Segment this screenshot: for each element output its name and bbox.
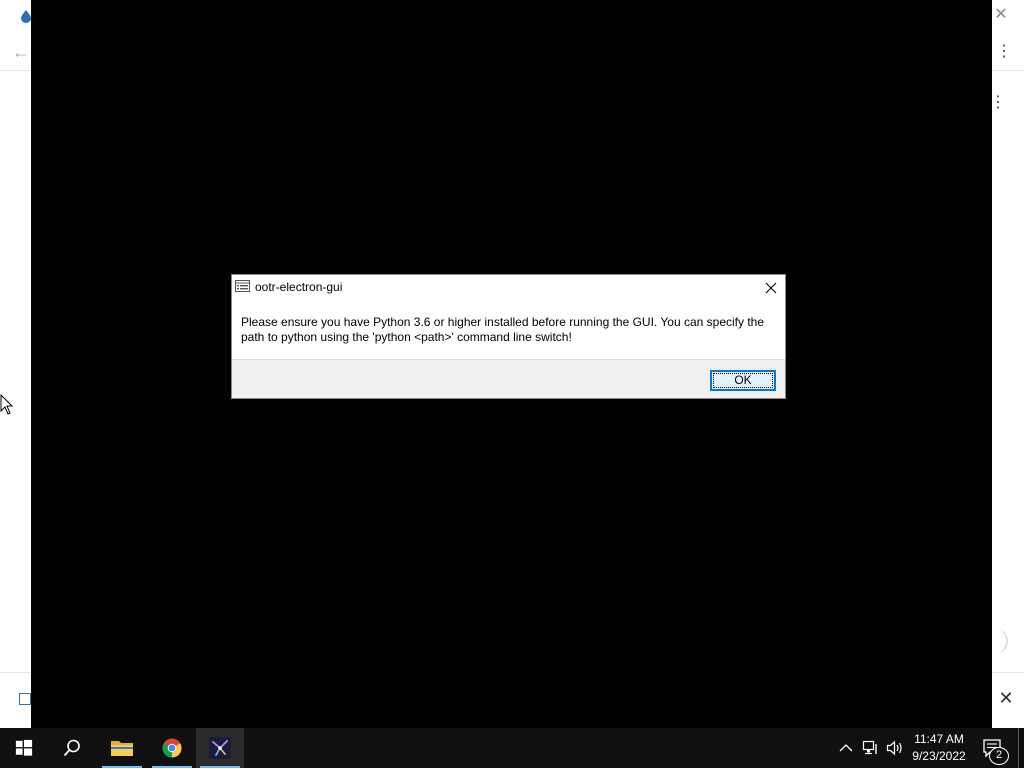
dialog-close-icon[interactable]	[762, 279, 780, 297]
file-explorer-button[interactable]	[98, 728, 146, 768]
dialog-titlebar: ootr-electron-gui	[232, 275, 785, 299]
windows-logo-icon	[15, 739, 33, 756]
dialog-message: Please ensure you have Python 3.6 or hig…	[241, 315, 765, 344]
message-dialog: ootr-electron-gui Please ensure you have…	[231, 274, 786, 399]
taskbar-clock[interactable]: 11:47 AM 9/23/2022	[906, 729, 972, 769]
window-app-icon	[235, 280, 250, 292]
search-button[interactable]	[48, 728, 96, 768]
ootr-app-icon	[209, 737, 231, 759]
network-icon[interactable]	[862, 740, 880, 756]
back-arrow-icon[interactable]: ←	[12, 42, 32, 62]
notification-count-badge: 2	[989, 747, 1009, 765]
clock-time: 11:47 AM	[914, 732, 964, 746]
start-button[interactable]	[0, 728, 48, 768]
chrome-button[interactable]	[148, 728, 196, 768]
clock-date: 9/23/2022	[912, 749, 966, 763]
show-hidden-icons-icon[interactable]	[838, 741, 854, 755]
more-options-icon[interactable]: ⋮	[996, 42, 1012, 62]
dialog-title: ootr-electron-gui	[255, 280, 343, 294]
panel-close-icon[interactable]: ✕	[996, 688, 1016, 708]
panel-icon	[19, 693, 31, 705]
folder-icon	[111, 741, 133, 756]
show-desktop-button[interactable]	[1018, 728, 1024, 768]
scroll-hint-icon	[992, 628, 1008, 654]
dialog-footer: OK	[232, 359, 785, 398]
search-icon	[63, 739, 80, 757]
mouse-cursor-icon	[0, 394, 14, 415]
background-close-icon[interactable]: ✕	[992, 5, 1010, 25]
volume-icon[interactable]	[886, 740, 904, 756]
ootr-app-button[interactable]	[196, 728, 244, 768]
ok-button[interactable]: OK	[710, 370, 776, 391]
chrome-icon	[162, 738, 182, 758]
